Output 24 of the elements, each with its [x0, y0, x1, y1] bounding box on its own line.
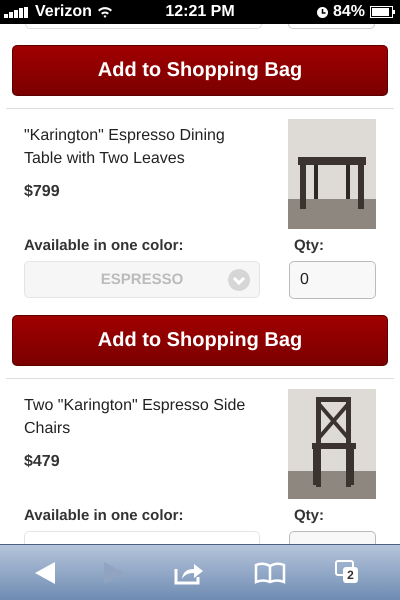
- qty-label: Qty:: [294, 507, 324, 524]
- signal-icon: [4, 6, 30, 18]
- battery-percent: 84%: [332, 3, 365, 21]
- product-name[interactable]: "Karington" Espresso Dining Table with Two Leaves: [24, 124, 250, 170]
- color-label: Available in one color:: [24, 237, 184, 254]
- quantity-field[interactable]: [288, 24, 375, 29]
- add-to-bag-button[interactable]: Add to Shopping Bag: [12, 45, 388, 96]
- product-name[interactable]: Two "Karington" Espresso Side Chairs: [24, 394, 250, 440]
- qty-label: Qty:: [294, 237, 324, 254]
- product-price: $479: [24, 453, 61, 471]
- clock-icon: [316, 6, 328, 18]
- color-label: Available in one color:: [24, 507, 184, 524]
- product-price: $799: [24, 183, 61, 201]
- chevron-down-icon: [228, 269, 250, 291]
- battery-icon: [370, 6, 396, 18]
- clock-time: 12:21 PM: [165, 3, 235, 21]
- bookmarks-icon[interactable]: [254, 562, 286, 584]
- back-icon[interactable]: [34, 562, 55, 584]
- carrier-name: Verizon: [35, 3, 92, 21]
- tabs-button[interactable]: 2: [335, 560, 366, 586]
- add-to-bag-button[interactable]: Add to Shopping Bag: [12, 315, 388, 366]
- quantity-field[interactable]: 0: [289, 261, 376, 299]
- color-select[interactable]: [25, 24, 262, 29]
- wifi-icon: [96, 6, 113, 18]
